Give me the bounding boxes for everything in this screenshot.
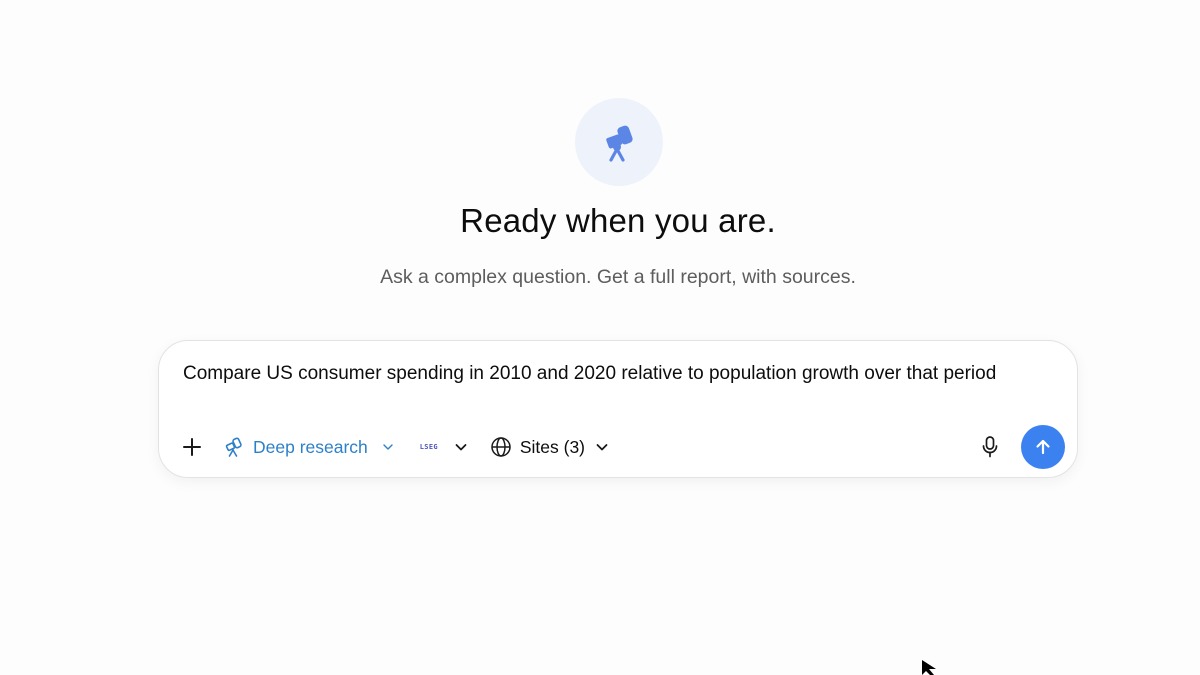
telescope-icon	[225, 437, 242, 457]
send-button[interactable]	[1021, 425, 1065, 469]
chevron-down-icon	[383, 444, 393, 450]
prompt-input[interactable]: Compare US consumer spending in 2010 and…	[183, 363, 996, 385]
model-logo: LSEG	[419, 443, 438, 451]
microphone-icon	[982, 436, 998, 458]
page-title: Ready when you are.	[460, 202, 776, 239]
plus-icon	[183, 438, 201, 456]
deep-research-mode-button[interactable]: Deep research	[223, 436, 394, 458]
chevron-down-icon	[455, 444, 467, 451]
prompt-composer: Compare US consumer spending in 2010 and…	[158, 340, 1078, 478]
globe-icon	[491, 437, 511, 457]
hero-telescope-badge	[575, 98, 663, 186]
sites-button[interactable]: Sites (3)	[490, 436, 609, 458]
voice-input-button[interactable]	[975, 432, 1005, 462]
arrow-up-icon	[1036, 439, 1050, 455]
mouse-cursor-icon	[922, 660, 936, 675]
sites-label: Sites (3)	[519, 436, 586, 457]
chevron-down-icon	[596, 444, 608, 451]
deep-research-label: Deep research	[253, 436, 368, 457]
model-picker-button[interactable]: LSEG	[420, 440, 468, 454]
telescope-icon	[606, 125, 633, 162]
composer-toolbar: Deep research LSEG Sites (3)	[179, 425, 1065, 469]
add-attachment-button[interactable]	[179, 434, 205, 460]
page-subtitle: Ask a complex question. Get a full repor…	[380, 266, 856, 288]
